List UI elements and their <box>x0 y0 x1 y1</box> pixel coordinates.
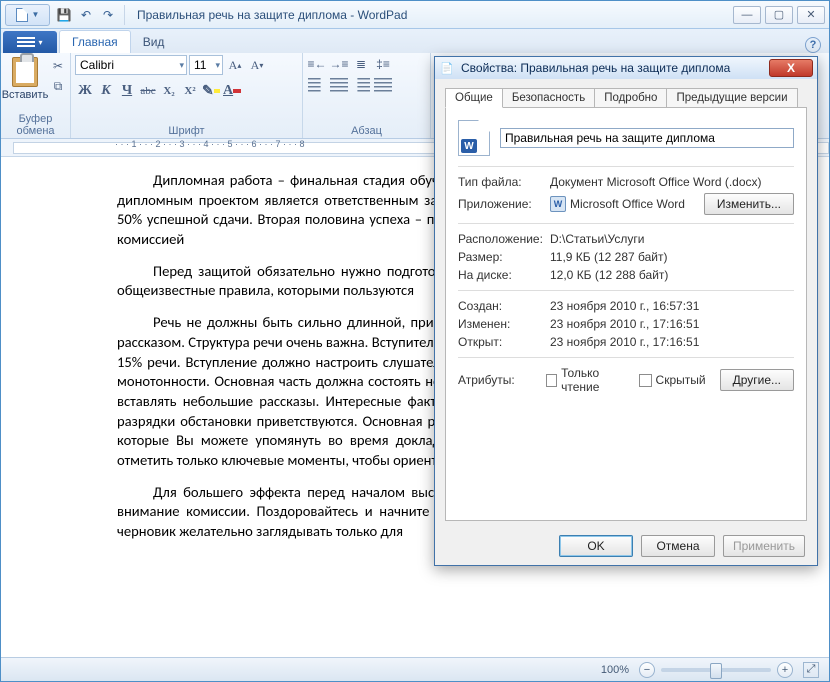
help-icon[interactable]: ? <box>805 37 821 53</box>
window-title: Правильная речь на защите диплома - Word… <box>137 8 407 22</box>
divider <box>458 357 794 358</box>
value-size: 11,9 КБ (12 287 байт) <box>550 250 794 264</box>
align-left-icon[interactable] <box>307 76 327 94</box>
titlebar: ▼ 💾 ↶ ↷ Правильная речь на защите диплом… <box>1 1 829 29</box>
tab-details[interactable]: Подробно <box>594 88 667 108</box>
value-opened: 23 ноября 2010 г., 17:16:51 <box>550 335 794 349</box>
tab-previous-versions[interactable]: Предыдущие версии <box>666 88 797 108</box>
decrease-indent-icon[interactable]: ≡← <box>307 55 327 73</box>
group-font: Шрифт <box>75 124 298 138</box>
chevron-down-icon: ▼ <box>32 10 40 19</box>
fit-icon[interactable]: ⤢ <box>803 662 819 678</box>
label-app: Приложение: <box>458 197 550 211</box>
tab-general[interactable]: Общие <box>445 88 503 108</box>
label-attributes: Атрибуты: <box>458 373 532 387</box>
ok-button[interactable]: OK <box>559 535 633 557</box>
cancel-button[interactable]: Отмена <box>641 535 715 557</box>
tab-view[interactable]: Вид <box>131 31 177 53</box>
app-menu-button[interactable]: ▾ <box>3 31 57 53</box>
divider <box>458 223 794 224</box>
value-app: WMicrosoft Office Word <box>550 196 704 212</box>
zoom-out-button[interactable]: − <box>639 662 655 678</box>
paste-label: Вставить <box>2 89 49 101</box>
divider <box>124 5 125 25</box>
filetype-icon <box>458 120 490 156</box>
highlight-button[interactable]: ✎ <box>201 82 221 100</box>
subscript-button[interactable]: X₂ <box>159 82 179 100</box>
properties-dialog: 📄 Свойства: Правильная речь на защите ди… <box>434 56 818 566</box>
maximize-button[interactable]: ▢ <box>765 6 793 24</box>
zoom-slider[interactable] <box>661 668 771 672</box>
other-attrs-button[interactable]: Другие... <box>720 369 794 391</box>
justify-icon[interactable] <box>373 76 393 94</box>
font-size-select[interactable]: 11 <box>189 55 223 75</box>
status-bar: 100% − + ⤢ <box>1 657 829 681</box>
increase-indent-icon[interactable]: →≡ <box>329 55 349 73</box>
quick-access-toolbar: 💾 ↶ ↷ <box>56 5 127 25</box>
value-modified: 23 ноября 2010 г., 17:16:51 <box>550 317 794 331</box>
tab-home[interactable]: Главная <box>59 30 131 53</box>
readonly-checkbox[interactable]: Только чтение <box>546 366 624 394</box>
dialog-titlebar: 📄 Свойства: Правильная речь на защите ди… <box>435 57 817 79</box>
redo-icon[interactable]: ↷ <box>100 7 116 23</box>
document-icon <box>16 8 28 22</box>
value-location: D:\Статьи\Услуги <box>550 232 794 246</box>
label-location: Расположение: <box>458 232 550 246</box>
line-spacing-icon[interactable]: ‡≡ <box>373 55 393 73</box>
bold-button[interactable]: Ж <box>75 82 95 100</box>
paste-button[interactable]: Вставить <box>5 55 45 101</box>
dialog-footer: OK Отмена Применить <box>435 527 817 565</box>
tab-panel-general: Правильная речь на защите диплома Тип фа… <box>445 107 807 521</box>
zoom-in-button[interactable]: + <box>777 662 793 678</box>
menu-icon <box>17 37 35 47</box>
dialog-close-button[interactable]: X <box>769 59 813 77</box>
underline-button[interactable]: Ч <box>117 82 137 100</box>
font-family-select[interactable]: Calibri <box>75 55 187 75</box>
close-button[interactable]: ✕ <box>797 6 825 24</box>
tab-security[interactable]: Безопасность <box>502 88 595 108</box>
ribbon-tabs: ▾ Главная Вид ? <box>1 29 829 53</box>
label-size: Размер: <box>458 250 550 264</box>
dialog-title: Свойства: Правильная речь на защите дипл… <box>461 61 730 75</box>
clipboard-icon <box>12 57 38 87</box>
grow-font-icon[interactable]: A▴ <box>225 56 245 74</box>
font-color-button[interactable]: A <box>222 82 242 100</box>
cut-icon[interactable]: ✂ <box>48 57 68 75</box>
label-opened: Открыт: <box>458 335 550 349</box>
label-type: Тип файла: <box>458 175 550 189</box>
label-created: Создан: <box>458 299 550 313</box>
change-app-button[interactable]: Изменить... <box>704 193 794 215</box>
hidden-checkbox[interactable]: Скрытый <box>639 373 706 387</box>
value-created: 23 ноября 2010 г., 16:57:31 <box>550 299 794 313</box>
italic-button[interactable]: К <box>96 82 116 100</box>
align-center-icon[interactable] <box>329 76 349 94</box>
group-paragraph: Абзац <box>307 124 426 138</box>
divider <box>458 166 794 167</box>
align-right-icon[interactable] <box>351 76 371 94</box>
zoom-label: 100% <box>601 664 629 676</box>
copy-icon[interactable]: ⧉ <box>48 77 68 95</box>
group-clipboard: Буфер обмена <box>5 112 66 138</box>
value-disk: 12,0 КБ (12 288 байт) <box>550 268 794 282</box>
value-type: Документ Microsoft Office Word (.docx) <box>550 175 794 189</box>
chevron-down-icon: ▾ <box>38 38 42 47</box>
label-disk: На диске: <box>458 268 550 282</box>
undo-icon[interactable]: ↶ <box>78 7 94 23</box>
strikethrough-button[interactable]: abc <box>138 82 158 100</box>
file-menu-button[interactable]: ▼ <box>5 4 50 26</box>
properties-icon: 📄 <box>439 60 455 76</box>
label-modified: Изменен: <box>458 317 550 331</box>
superscript-button[interactable]: X² <box>180 82 200 100</box>
shrink-font-icon[interactable]: A▾ <box>247 56 267 74</box>
word-icon: W <box>550 196 566 212</box>
divider <box>458 290 794 291</box>
save-icon[interactable]: 💾 <box>56 7 72 23</box>
apply-button[interactable]: Применить <box>723 535 805 557</box>
filename-input[interactable]: Правильная речь на защите диплома <box>500 128 794 148</box>
bullets-icon[interactable]: ≣ <box>351 55 371 73</box>
minimize-button[interactable]: — <box>733 6 761 24</box>
dialog-tabs: Общие Безопасность Подробно Предыдущие в… <box>445 88 807 108</box>
